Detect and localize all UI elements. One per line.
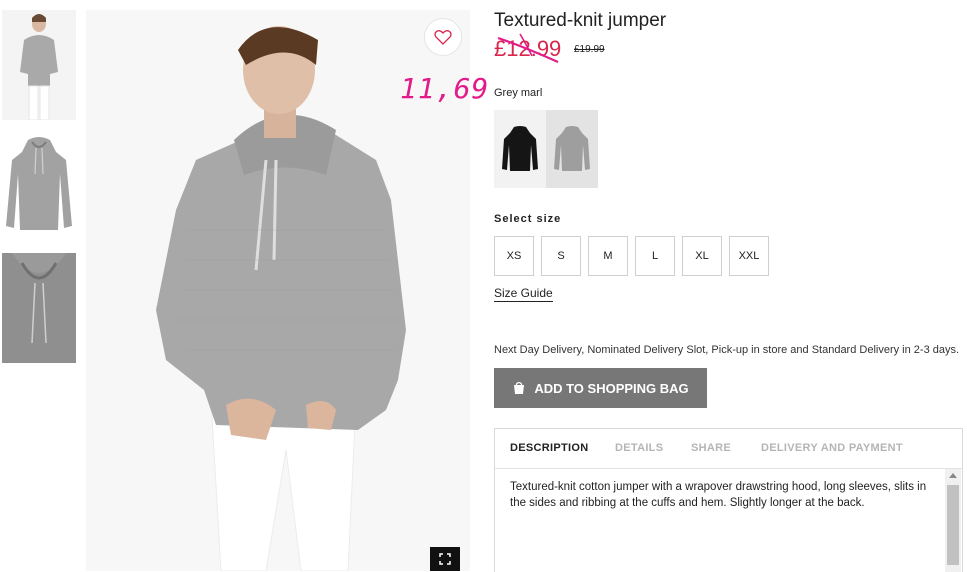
favourite-button[interactable] — [424, 18, 462, 56]
size-xl-button[interactable]: XL — [682, 236, 722, 276]
colour-name: Grey marl — [494, 87, 543, 99]
fullscreen-icon — [439, 553, 451, 565]
thumbnail-flat[interactable] — [2, 134, 76, 244]
size-l-button[interactable]: L — [635, 236, 675, 276]
select-size-label: Select size — [494, 213, 562, 225]
thumbnail-model[interactable] — [2, 10, 76, 120]
grey-jumper-swatch-image — [554, 126, 590, 171]
tab-delivery-and-payment[interactable]: DELIVERY AND PAYMENT — [761, 442, 903, 454]
size-s-button[interactable]: S — [541, 236, 581, 276]
add-to-shopping-bag-button[interactable]: ADD TO SHOPPING BAG — [494, 368, 707, 408]
detail-thumbnail-image — [2, 253, 76, 363]
scrollbar-thumb[interactable] — [947, 485, 959, 565]
original-price: £19.99 — [574, 44, 605, 55]
heart-icon — [434, 30, 452, 45]
thumbnail-detail[interactable] — [2, 253, 76, 363]
price-strike-scribble — [497, 33, 559, 64]
swatch-grey-marl[interactable] — [546, 110, 598, 188]
tab-divider — [495, 468, 962, 469]
size-guide-link[interactable]: Size Guide — [494, 286, 553, 302]
swatch-black[interactable] — [494, 110, 546, 188]
tab-details[interactable]: DETAILS — [615, 442, 663, 454]
size-xxl-button[interactable]: XXL — [729, 236, 769, 276]
description-scrollbar[interactable] — [945, 469, 961, 572]
shopping-bag-icon — [514, 381, 525, 394]
description-text: Textured-knit cotton jumper with a wrapo… — [510, 481, 927, 509]
black-jumper-swatch-image — [502, 126, 538, 171]
add-to-bag-label: ADD TO SHOPPING BAG — [534, 380, 689, 396]
scroll-up-arrow-icon[interactable] — [949, 473, 957, 478]
flat-jumper-thumbnail-image — [2, 134, 76, 244]
product-info-tabs: DESCRIPTION DETAILS SHARE DELIVERY AND P… — [494, 428, 963, 572]
handwritten-price: 11,69 — [400, 72, 490, 105]
size-xs-button[interactable]: XS — [494, 236, 534, 276]
tab-description[interactable]: DESCRIPTION — [510, 442, 588, 454]
model-thumbnail-image — [2, 10, 76, 120]
size-m-button[interactable]: M — [588, 236, 628, 276]
tab-share[interactable]: SHARE — [691, 442, 731, 454]
delivery-note: Next Day Delivery, Nominated Delivery Sl… — [494, 344, 960, 356]
fullscreen-button[interactable] — [430, 547, 460, 571]
product-title: Textured-knit jumper — [494, 10, 667, 31]
